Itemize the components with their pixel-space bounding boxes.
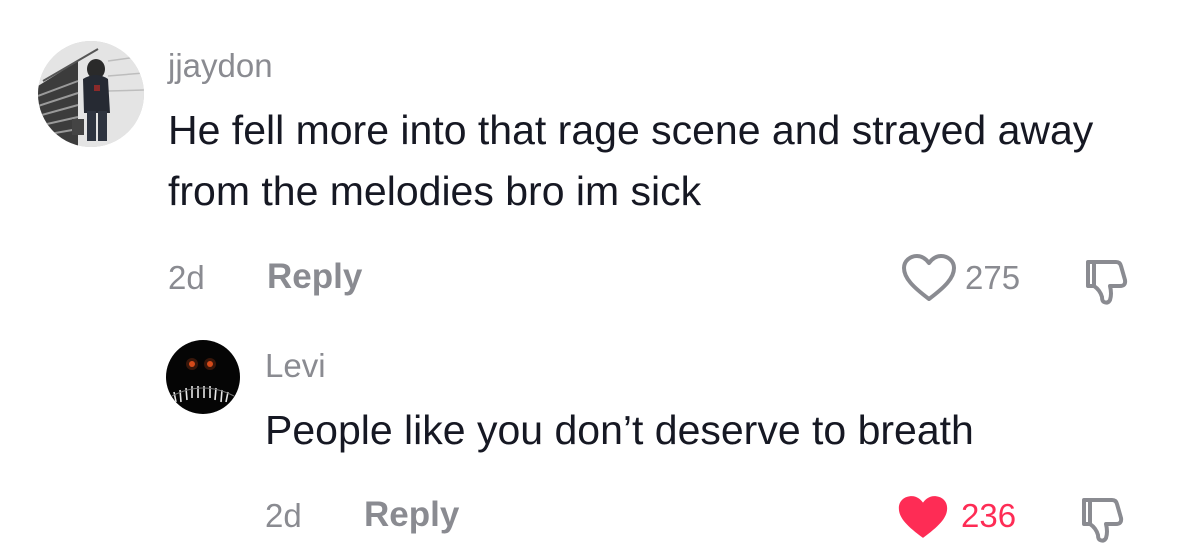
- thumbs-down-icon[interactable]: [1080, 256, 1132, 306]
- reply-button[interactable]: Reply: [364, 495, 459, 535]
- comment-username[interactable]: jjaydon: [168, 46, 273, 86]
- comment-username[interactable]: Levi: [265, 346, 326, 386]
- thumbs-down-icon[interactable]: [1076, 494, 1128, 544]
- avatar[interactable]: [166, 340, 240, 414]
- avatar-image: [166, 340, 240, 414]
- avatar-image: [38, 41, 144, 147]
- like-count: 275: [965, 259, 1021, 296]
- reply-button[interactable]: Reply: [267, 257, 362, 297]
- comment-age: 2d: [265, 497, 302, 534]
- heart-icon[interactable]: [897, 494, 949, 541]
- heart-icon[interactable]: [901, 253, 957, 303]
- comment-text: People like you don’t deserve to breath: [265, 407, 974, 453]
- avatar[interactable]: [38, 41, 144, 147]
- comment-text: He fell more into that rage scene and st…: [168, 107, 1094, 214]
- comment-age: 2d: [168, 259, 205, 296]
- like-count: 236: [961, 497, 1017, 534]
